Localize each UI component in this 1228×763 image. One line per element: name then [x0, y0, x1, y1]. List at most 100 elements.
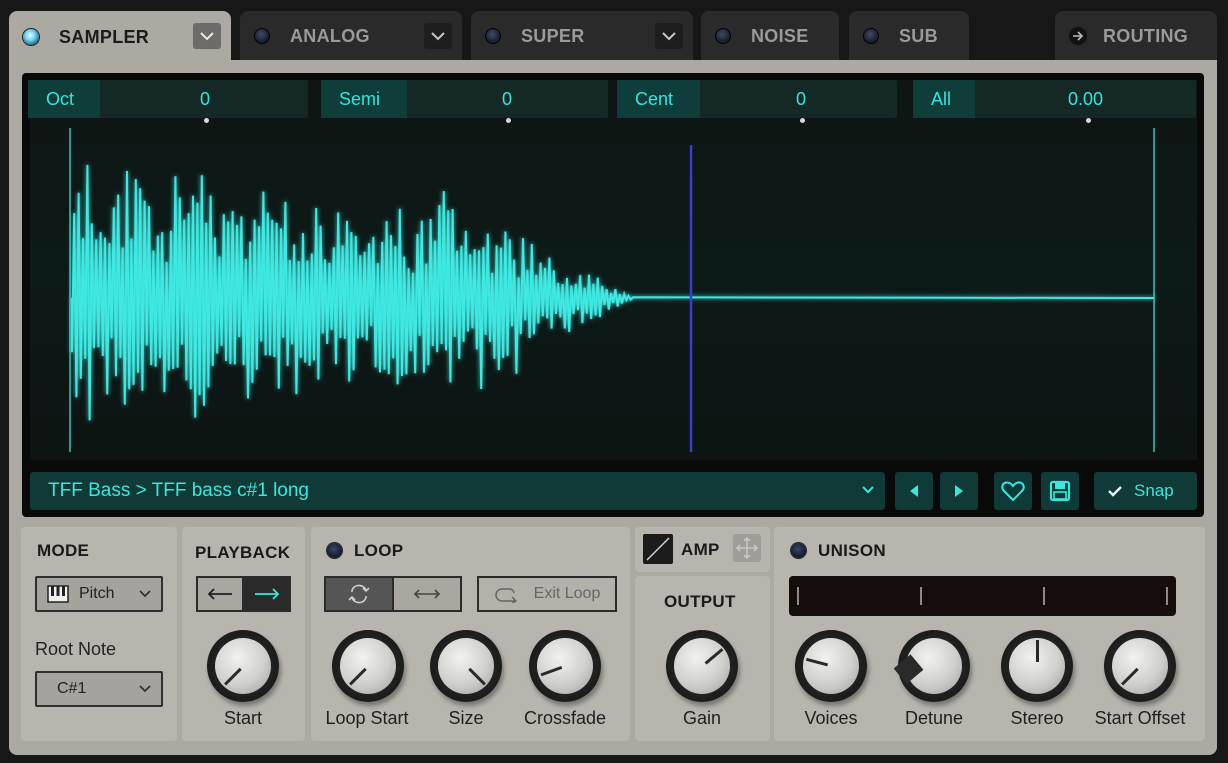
analog-enable-led[interactable] [254, 28, 270, 44]
size-knob[interactable] [430, 630, 502, 702]
root-note-label: Root Note [35, 639, 117, 659]
semi-param[interactable]: Semi 0 [321, 80, 608, 123]
noise-enable-led[interactable] [715, 28, 731, 44]
amp-envelope-icon[interactable] [643, 534, 673, 564]
playback-title: PLAYBACK [195, 543, 291, 562]
detune-knob-label: Detune [904, 708, 964, 728]
chevron-down-icon [431, 31, 445, 40]
next-preset-button[interactable] [940, 472, 978, 510]
tab-super[interactable]: SUPER [471, 11, 693, 61]
heart-icon [1001, 481, 1025, 502]
playback-forward-button[interactable] [243, 576, 291, 612]
loop-enable-led[interactable] [327, 543, 342, 558]
loop-start-knob-label: Loop Start [325, 708, 409, 728]
all-param[interactable]: All 0.00 [913, 80, 1196, 123]
root-note-select[interactable]: C#1 [35, 671, 163, 707]
super-enable-led[interactable] [485, 28, 501, 44]
preset-selector[interactable]: TFF Bass > TFF bass c#1 long [30, 472, 885, 510]
loop-start-knob[interactable] [332, 630, 404, 702]
crossfade-knob-label: Crossfade [523, 708, 607, 728]
sub-enable-led[interactable] [863, 28, 879, 44]
sampler-window: SAMPLER ANALOG SUPER NOISE SUB ROUTING O… [0, 0, 1228, 763]
tab-analog[interactable]: ANALOG [240, 11, 462, 61]
oct-label: Oct [28, 80, 100, 118]
favorite-button[interactable] [994, 472, 1032, 510]
tab-sampler-label: SAMPLER [59, 26, 150, 47]
crossfade-knob[interactable] [529, 630, 601, 702]
arrow-right-icon [1069, 27, 1087, 45]
voices-knob-label: Voices [804, 708, 858, 728]
tab-routing[interactable]: ROUTING [1055, 11, 1217, 61]
gain-knob[interactable] [666, 630, 738, 702]
start-offset-knob-label: Start Offset [1094, 708, 1186, 728]
prev-preset-button[interactable] [895, 472, 933, 510]
chevron-down-icon [200, 31, 214, 40]
mode-title: MODE [37, 541, 90, 560]
cent-param[interactable]: Cent 0 [617, 80, 897, 123]
all-label: All [913, 80, 975, 118]
exit-loop-label: Exit Loop [533, 585, 601, 602]
start-knob[interactable] [207, 630, 279, 702]
detune-knob[interactable] [893, 630, 970, 702]
mode-value: Pitch [79, 585, 115, 602]
gain-knob-label: Gain [682, 708, 722, 728]
oct-value: 0 [200, 88, 211, 109]
output-title: OUTPUT [664, 592, 736, 611]
tab-super-label: SUPER [521, 25, 585, 46]
chevron-down-icon [862, 486, 874, 494]
playback-reverse-button[interactable] [196, 576, 244, 612]
exit-loop-button[interactable]: Exit Loop [477, 576, 617, 612]
check-icon [1108, 486, 1122, 497]
mode-select[interactable]: Pitch [35, 576, 163, 612]
tab-sub[interactable]: SUB [849, 11, 969, 61]
chevron-down-icon [662, 31, 676, 40]
tab-sampler[interactable]: SAMPLER [9, 11, 231, 63]
unison-voice-display [789, 576, 1176, 616]
semi-value: 0 [502, 88, 513, 109]
cent-value: 0 [796, 88, 807, 109]
start-offset-knob[interactable] [1104, 630, 1176, 702]
amp-title: AMP [681, 540, 720, 559]
arrow-left-icon [207, 588, 232, 600]
floppy-disk-icon [1049, 480, 1071, 502]
preset-name: TFF Bass > TFF bass c#1 long [48, 480, 309, 501]
tab-noise-label: NOISE [751, 25, 809, 46]
exit-loop-icon [494, 588, 517, 603]
analog-dropdown-button[interactable] [424, 23, 452, 49]
cent-label: Cent [617, 80, 700, 118]
sampler-enable-led[interactable] [23, 29, 39, 45]
stereo-knob[interactable] [1001, 630, 1073, 702]
snap-toggle[interactable]: Snap [1094, 472, 1197, 510]
move-icon[interactable] [733, 534, 761, 562]
loop-cycle-icon [348, 584, 370, 604]
waveform-graph [69, 128, 1155, 452]
loop-title: LOOP [354, 541, 404, 560]
oct-param[interactable]: Oct 0 [28, 80, 308, 123]
save-preset-button[interactable] [1041, 472, 1079, 510]
arrow-right-icon [255, 588, 280, 600]
double-arrow-icon [413, 589, 441, 599]
chevron-down-icon [139, 590, 151, 598]
loop-forward-button[interactable] [324, 576, 394, 612]
tab-noise[interactable]: NOISE [701, 11, 839, 61]
loop-pingpong-button[interactable] [392, 576, 462, 612]
triangle-left-icon [910, 485, 918, 497]
unison-enable-led[interactable] [791, 543, 806, 558]
unison-title: UNISON [818, 541, 886, 560]
start-knob-label: Start [223, 708, 262, 728]
sampler-dropdown-button[interactable] [193, 23, 221, 49]
piano-keys-icon [47, 585, 69, 603]
waveform-trace [71, 164, 1155, 421]
size-knob-label: Size [448, 708, 484, 728]
semi-label: Semi [321, 80, 407, 118]
triangle-right-icon [955, 485, 963, 497]
tab-analog-label: ANALOG [290, 25, 370, 46]
all-value: 0.00 [1068, 88, 1104, 109]
tab-sub-label: SUB [899, 25, 938, 46]
stereo-knob-label: Stereo [1010, 708, 1064, 728]
root-note-value: C#1 [57, 680, 87, 697]
voices-knob[interactable] [795, 630, 867, 702]
tab-routing-label: ROUTING [1103, 25, 1189, 46]
chevron-down-icon [139, 685, 151, 693]
super-dropdown-button[interactable] [655, 23, 683, 49]
